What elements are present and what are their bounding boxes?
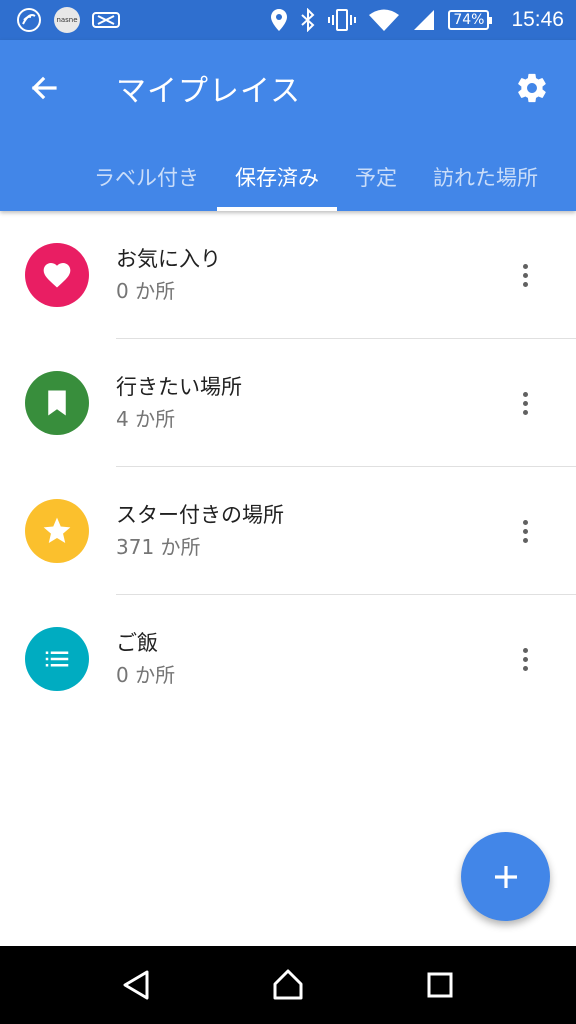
gear-icon (518, 73, 546, 103)
status-time: 15:46 (511, 8, 564, 31)
tab-bar: ラベル付き 保存済み 予定 訪れた場所 (76, 142, 556, 211)
plus-icon (494, 865, 517, 888)
nfc-icon (16, 8, 42, 32)
card-icon (92, 8, 120, 32)
bookmark-icon (48, 390, 66, 416)
add-list-button[interactable] (461, 832, 550, 921)
vibrate-icon (328, 8, 357, 32)
tab-labeled[interactable]: ラベル付き (76, 142, 217, 211)
favorites-avatar (25, 243, 89, 307)
status-bar: nasne 74% 15:46 (0, 0, 576, 40)
more-options-button[interactable] (510, 639, 540, 679)
nav-home-button[interactable] (264, 961, 312, 1009)
list-item-starred[interactable]: スター付きの場所 371 か所 (0, 467, 576, 595)
nav-back-button[interactable] (112, 961, 160, 1009)
heart-icon (43, 263, 71, 288)
arrow-back-icon (31, 76, 57, 100)
list-item-count: 371 か所 (116, 535, 201, 559)
list-item-count: 0 か所 (116, 663, 176, 687)
list-item-meals[interactable]: ご飯 0 か所 (0, 595, 576, 723)
signal-icon (412, 8, 436, 32)
meals-avatar (25, 627, 89, 691)
back-triangle-icon (123, 970, 149, 1000)
system-nav-bar (0, 946, 576, 1024)
star-icon (43, 517, 71, 543)
app-bar: マイプレイス ラベル付き 保存済み 予定 訪れた場所 (0, 40, 576, 211)
nav-recents-button[interactable] (416, 961, 464, 1009)
nasne-app-icon: nasne (54, 7, 80, 33)
starred-avatar (25, 499, 89, 563)
list-item-title: 行きたい場所 (116, 375, 242, 399)
saved-lists: お気に入り 0 か所 行きたい場所 4 か所 スター付きの場所 371 か所 ご… (0, 211, 576, 723)
more-options-button[interactable] (510, 255, 540, 295)
tab-saved[interactable]: 保存済み (217, 142, 337, 211)
list-item-favorites[interactable]: お気に入り 0 か所 (0, 211, 576, 339)
page-title: マイプレイス (116, 74, 302, 109)
location-icon (270, 8, 288, 32)
status-left-icons: nasne (16, 7, 120, 33)
settings-button[interactable] (512, 68, 552, 108)
status-right-icons: 74% 15:46 (270, 8, 564, 32)
tab-visited[interactable]: 訪れた場所 (415, 142, 556, 211)
bluetooth-icon (300, 8, 316, 32)
more-options-button[interactable] (510, 383, 540, 423)
list-item-title: ご飯 (116, 631, 158, 655)
list-item-title: お気に入り (116, 247, 221, 271)
list-item-count: 4 か所 (116, 407, 176, 431)
wifi-icon (368, 8, 400, 32)
want-to-go-avatar (25, 371, 89, 435)
battery-indicator: 74% (448, 10, 493, 30)
list-item-title: スター付きの場所 (116, 503, 284, 527)
more-options-button[interactable] (510, 511, 540, 551)
tab-planned[interactable]: 予定 (337, 142, 415, 211)
list-item-count: 0 か所 (116, 279, 176, 303)
back-button[interactable] (24, 68, 64, 108)
recents-icon (427, 972, 453, 998)
list-item-want-to-go[interactable]: 行きたい場所 4 か所 (0, 339, 576, 467)
list-icon (45, 651, 69, 667)
home-icon (273, 969, 303, 1000)
